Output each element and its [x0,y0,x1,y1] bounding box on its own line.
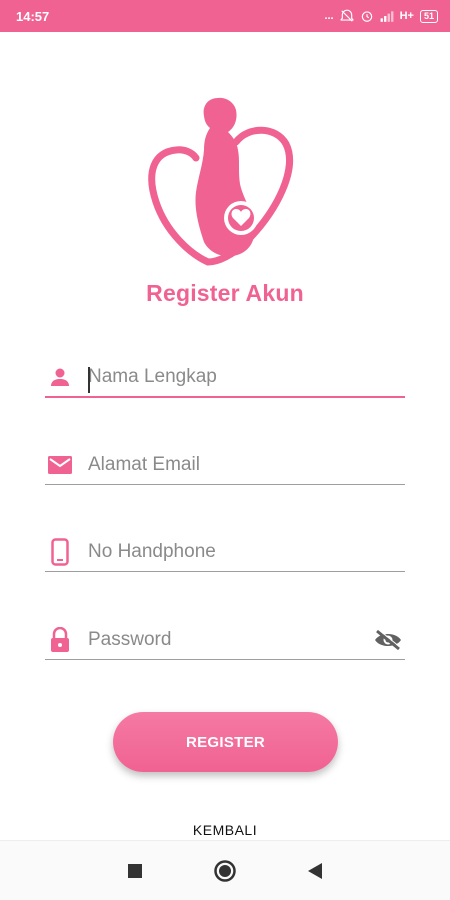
register-button[interactable]: REGISTER [113,712,338,772]
recents-square-icon[interactable] [115,851,155,891]
lock-icon [45,626,75,654]
home-circle-icon[interactable] [205,851,245,891]
signal-icon [380,11,394,22]
mail-icon [45,451,75,479]
back-link[interactable]: KEMBALI [0,822,450,840]
name-field [45,358,405,398]
dnd-off-icon [340,9,354,22]
status-time: 14:57 [16,8,50,24]
name-input[interactable] [75,361,405,393]
system-nav-bar [0,840,450,900]
text-cursor [88,367,90,393]
notification-dots: ... [324,10,334,22]
status-bar: 14:57 ... H+ 51 [0,0,450,32]
pregnant-woman-heart-logo [148,97,293,266]
battery-indicator: 51 [419,9,438,23]
eye-off-icon[interactable] [371,626,405,654]
alarm-icon [361,11,372,22]
phone-field [45,532,405,572]
status-icons: ... H+ 51 [324,9,438,23]
page-title: Register Akun [146,280,304,306]
network-type: H+ [399,10,414,22]
password-field [45,620,405,660]
phone-icon [45,537,75,566]
back-triangle-icon[interactable] [295,851,335,891]
person-icon [45,363,75,391]
password-input[interactable] [75,623,371,656]
phone-input[interactable] [75,535,405,568]
email-field [45,445,405,485]
email-input[interactable] [75,448,405,481]
